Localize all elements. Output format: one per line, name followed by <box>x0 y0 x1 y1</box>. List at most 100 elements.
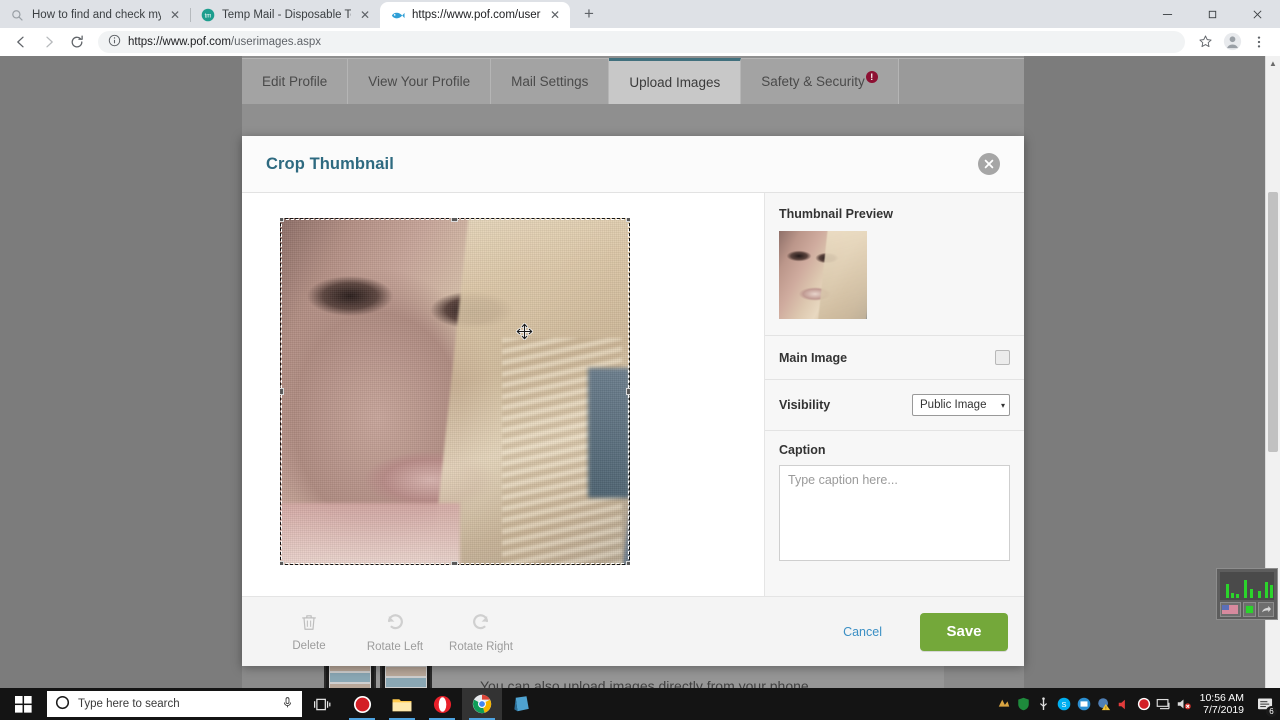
thumbnail-preview-section: Thumbnail Preview <box>765 193 1024 336</box>
crop-handle-s[interactable] <box>451 561 458 565</box>
windows-logo-icon[interactable] <box>0 688 46 720</box>
microphone-icon[interactable] <box>281 696 294 712</box>
delete-label: Delete <box>292 639 326 652</box>
close-icon[interactable]: ✕ <box>358 8 372 22</box>
recorder-share-icon[interactable] <box>1258 602 1275 617</box>
pof-fish-icon <box>390 8 405 23</box>
windows-taskbar: Type here to search S ! 10:56 AM 7/7/201… <box>0 688 1280 720</box>
maximize-button[interactable] <box>1190 0 1235 28</box>
search-icon <box>10 8 25 23</box>
crop-handle-e[interactable] <box>626 387 630 395</box>
browser-tab-1[interactable]: tm Temp Mail - Disposable Tempora ✕ <box>190 2 380 28</box>
site-nav-label: Upload Images <box>629 75 721 90</box>
circle-search-icon <box>55 695 70 713</box>
kebab-menu-icon[interactable] <box>1246 29 1272 55</box>
tray-warning-icon[interactable]: ! <box>1094 688 1114 720</box>
rotate-right-label: Rotate Right <box>449 640 513 653</box>
opera-icon[interactable] <box>422 688 462 720</box>
browser-window: How to find and check my IP add ✕ tm Tem… <box>0 0 1280 720</box>
screen-recorder-widget[interactable] <box>1216 568 1278 620</box>
browser-tab-2[interactable]: https://www.pof.com/userimages ✕ <box>380 2 570 28</box>
rotate-right-icon <box>470 611 492 638</box>
page-viewport: Edit Profile View Your Profile Mail Sett… <box>0 56 1280 688</box>
sidebar-item-view-your-profile[interactable]: View Your Profile <box>348 58 492 104</box>
taskbar-clock[interactable]: 10:56 AM 7/7/2019 <box>1194 688 1252 720</box>
store-icon[interactable] <box>502 688 542 720</box>
modal-body: Thumbnail Preview Main Image Visibility <box>242 193 1024 596</box>
browser-tab-title: https://www.pof.com/userimages <box>412 9 541 21</box>
close-circle-icon[interactable] <box>978 153 1000 175</box>
site-nav-label: Safety & Security <box>761 74 865 89</box>
star-icon[interactable] <box>1192 29 1218 55</box>
address-domain: https://www.pof.com <box>128 35 231 48</box>
scrollbar-thumb[interactable] <box>1268 192 1278 452</box>
address-bar[interactable]: https://www.pof.com/userimages.aspx <box>98 30 1185 53</box>
reload-button[interactable] <box>64 29 90 55</box>
rotate-right-button[interactable]: Rotate Right <box>438 611 524 653</box>
site-nav-label: Mail Settings <box>511 74 589 89</box>
visibility-selected-value: Public Image <box>920 399 987 411</box>
visibility-label: Visibility <box>779 398 831 412</box>
crop-selection-box[interactable] <box>280 218 630 565</box>
main-image-row: Main Image <box>765 336 1024 380</box>
tray-speaker-muted-icon[interactable] <box>1174 688 1194 720</box>
trash-icon <box>299 612 319 637</box>
delete-button[interactable]: Delete <box>266 612 352 652</box>
visibility-select[interactable]: Public Image ▾ <box>912 394 1010 416</box>
sidebar-item-mail-settings[interactable]: Mail Settings <box>491 58 610 104</box>
crop-handle-se[interactable] <box>626 561 630 565</box>
page-title: Crop Thumbnail <box>266 154 394 173</box>
tray-usb-icon[interactable] <box>1034 688 1054 720</box>
recorder-thumbnail-icon[interactable] <box>1220 602 1241 617</box>
close-button[interactable] <box>1235 0 1280 28</box>
crop-image-canvas[interactable] <box>280 218 630 565</box>
forward-button[interactable] <box>36 29 62 55</box>
back-button[interactable] <box>8 29 34 55</box>
sidebar-item-upload-images[interactable]: Upload Images <box>609 58 742 104</box>
chevron-down-icon: ▾ <box>1000 400 1005 410</box>
tray-shield-icon[interactable] <box>1014 688 1034 720</box>
task-view-icon[interactable] <box>302 688 342 720</box>
rotate-left-button[interactable]: Rotate Left <box>352 611 438 653</box>
recorder-record-icon[interactable] <box>1242 602 1257 617</box>
close-icon[interactable]: ✕ <box>548 8 562 22</box>
clock-date: 7/7/2019 <box>1203 704 1244 716</box>
sidebar-item-edit-profile[interactable]: Edit Profile <box>242 58 349 104</box>
action-center-icon[interactable]: 6 <box>1252 688 1278 720</box>
tray-messenger-icon[interactable] <box>1074 688 1094 720</box>
site-nav-filler <box>898 58 1024 104</box>
toolbar-right-actions <box>1192 29 1272 55</box>
search-input[interactable]: Type here to search <box>47 691 302 717</box>
info-circle-icon[interactable] <box>108 34 121 50</box>
tempmail-icon: tm <box>200 8 215 23</box>
new-tab-button[interactable]: + <box>576 1 602 27</box>
crop-thumbnail-modal: Crop Thumbnail Thumbnail Preview Main Im… <box>242 136 1024 666</box>
main-image-label: Main Image <box>779 350 848 365</box>
cancel-button[interactable]: Cancel <box>843 625 882 639</box>
visibility-row: Visibility Public Image ▾ <box>765 380 1024 431</box>
save-button[interactable]: Save <box>920 612 1008 651</box>
browser-toolbar: https://www.pof.com/userimages.aspx <box>0 28 1280 56</box>
sidebar-item-safety-security[interactable]: Safety & Security ! <box>741 58 899 104</box>
minimize-button[interactable] <box>1145 0 1190 28</box>
chrome-icon[interactable] <box>462 688 502 720</box>
recorder-icon[interactable] <box>342 688 382 720</box>
browser-tab-0[interactable]: How to find and check my IP add ✕ <box>0 2 190 28</box>
caption-input[interactable]: Type caption here... <box>779 465 1010 561</box>
notification-count-badge: 6 <box>1266 706 1277 717</box>
main-image-checkbox[interactable] <box>995 350 1010 365</box>
tray-record-icon[interactable] <box>1134 688 1154 720</box>
scroll-up-arrow[interactable]: ▲ <box>1266 56 1280 71</box>
tray-volume-icon[interactable] <box>1114 688 1134 720</box>
crop-handle-nw[interactable] <box>280 218 284 222</box>
crop-handle-w[interactable] <box>280 387 284 395</box>
avatar-icon[interactable] <box>1219 29 1245 55</box>
tray-idm-icon[interactable] <box>994 688 1014 720</box>
file-explorer-icon[interactable] <box>382 688 422 720</box>
close-icon[interactable]: ✕ <box>168 8 182 22</box>
crop-handle-sw[interactable] <box>280 561 284 565</box>
crop-handle-n[interactable] <box>451 218 458 222</box>
tray-network-icon[interactable] <box>1154 688 1174 720</box>
crop-handle-ne[interactable] <box>626 218 630 222</box>
tray-skype-icon[interactable]: S <box>1054 688 1074 720</box>
